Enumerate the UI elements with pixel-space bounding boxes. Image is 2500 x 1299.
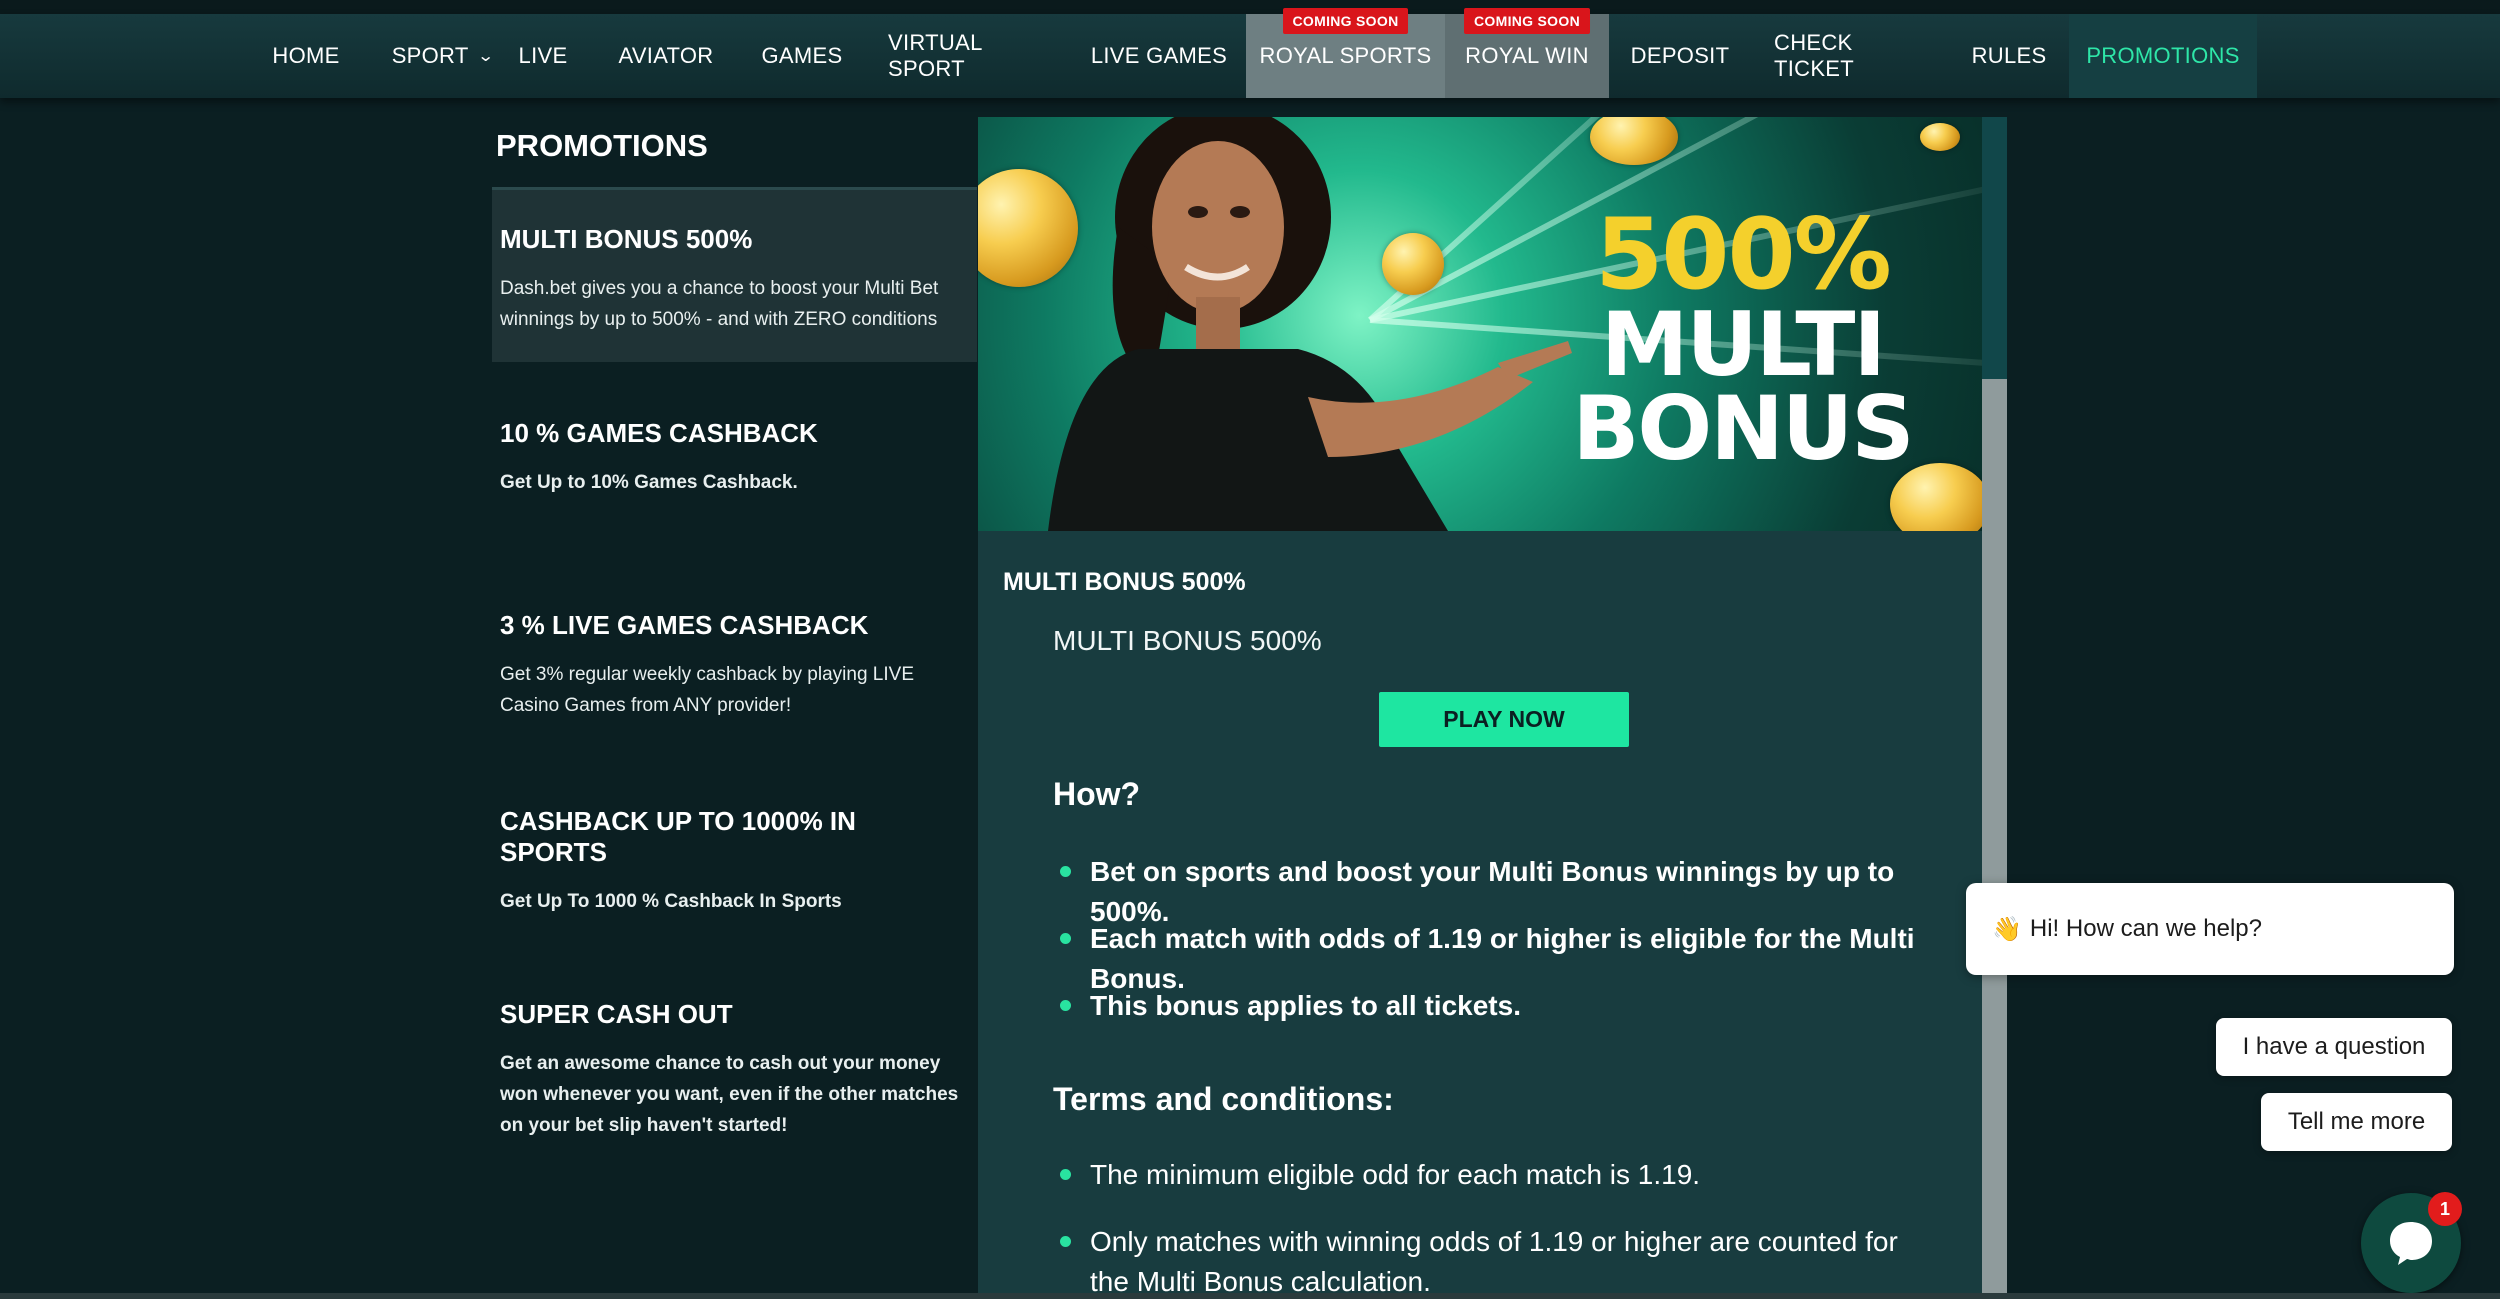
promo-description: Get Up To 1000 % Cashback In Sports bbox=[500, 891, 842, 912]
nav-royal-sports[interactable]: COMING SOON ROYAL SPORTS bbox=[1246, 8, 1445, 98]
banner-line-3: BONUS bbox=[1572, 377, 1914, 480]
chat-greeting-text: Hi! How can we help? bbox=[2029, 915, 2263, 942]
nav-live-games[interactable]: LIVE GAMES bbox=[1090, 14, 1228, 98]
nav-live[interactable]: LIVE bbox=[514, 14, 572, 98]
promo-item-games-cashback[interactable]: 10 % GAMES CASHBACK Get Up to 10% Games … bbox=[492, 418, 977, 498]
nav-games[interactable]: GAMES bbox=[758, 14, 846, 98]
chat-option-tell-more[interactable]: Tell me more bbox=[2261, 1093, 2452, 1151]
gold-coin bbox=[1920, 123, 1960, 151]
how-heading: How? bbox=[1053, 776, 1141, 812]
promo-item-live-games-cashback[interactable]: 3 % LIVE GAMES CASHBACK Get 3% regular w… bbox=[492, 610, 977, 721]
nav-aviator-label: AVIATOR bbox=[618, 43, 714, 68]
terms-heading: Terms and conditions: bbox=[1053, 1081, 1394, 1117]
nav-virtual-sport[interactable]: VIRTUAL SPORT bbox=[888, 14, 1048, 98]
nav-deposit[interactable]: DEPOSIT bbox=[1630, 14, 1730, 98]
nav-check-ticket-label: CHECK TICKET bbox=[1774, 30, 1855, 81]
promo-title: SUPER CASH OUT bbox=[500, 999, 733, 1029]
nav-games-label: GAMES bbox=[761, 43, 843, 68]
terms-list-item: The minimum eligible odd for each match … bbox=[1053, 1155, 1953, 1195]
promo-title: 10 % GAMES CASHBACK bbox=[500, 418, 818, 448]
promo-title: CASHBACK UP TO 1000% IN SPORTS bbox=[500, 806, 856, 867]
woman-figure bbox=[1048, 117, 1572, 531]
nav-royal-win[interactable]: COMING SOON ROYAL WIN bbox=[1445, 8, 1609, 98]
nav-sport[interactable]: SPORT ⌄ bbox=[388, 14, 496, 98]
promotion-subtitle: MULTI BONUS 500% bbox=[1053, 625, 1322, 656]
main-navbar: HOME SPORT ⌄ LIVE AVIATOR GAMES VIRTUAL S… bbox=[0, 8, 2500, 98]
top-strip bbox=[0, 0, 2500, 14]
banner-line-1: 500% bbox=[1595, 198, 1892, 312]
nav-home[interactable]: HOME bbox=[262, 14, 350, 98]
bottom-edge bbox=[0, 1293, 2500, 1299]
waving-hand-icon: 👋 bbox=[1992, 915, 2022, 943]
nav-check-ticket[interactable]: CHECK TICKET bbox=[1774, 14, 1924, 98]
unread-count-badge: 1 bbox=[2428, 1192, 2462, 1226]
promo-description: Get an awesome chance to cash out your m… bbox=[500, 1053, 959, 1136]
promo-item-sports-cashback[interactable]: CASHBACK UP TO 1000% IN SPORTS Get Up To… bbox=[492, 806, 977, 917]
nav-sport-label: SPORT bbox=[391, 43, 469, 68]
nav-aviator[interactable]: AVIATOR bbox=[614, 14, 718, 98]
terms-list-item: Only matches with winning odds of 1.19 o… bbox=[1053, 1222, 1933, 1299]
nav-promotions-label: PROMOTIONS bbox=[2086, 43, 2240, 68]
nav-virtual-sport-label: VIRTUAL SPORT bbox=[888, 30, 982, 81]
promo-item-multi-bonus[interactable]: MULTI BONUS 500% Dash.bet gives you a ch… bbox=[492, 187, 977, 362]
promo-banner: 500% MULTI BONUS bbox=[978, 117, 1982, 531]
banner-line-2: MULTI bbox=[1600, 293, 1886, 396]
promo-description: Get Up to 10% Games Cashback. bbox=[500, 472, 798, 493]
promo-title: 3 % LIVE GAMES CASHBACK bbox=[500, 610, 869, 640]
promo-item-super-cash-out[interactable]: SUPER CASH OUT Get an awesome chance to … bbox=[492, 999, 977, 1141]
chat-option-question[interactable]: I have a question bbox=[2216, 1018, 2452, 1076]
coming-soon-badge: COMING SOON bbox=[1464, 8, 1590, 34]
nav-promotions[interactable]: PROMOTIONS bbox=[2069, 14, 2257, 98]
nav-live-games-label: LIVE GAMES bbox=[1090, 43, 1228, 68]
nav-rules[interactable]: RULES bbox=[1962, 14, 2056, 98]
nav-rules-label: RULES bbox=[1971, 43, 2047, 68]
promo-description: Get 3% regular weekly cashback by playin… bbox=[500, 664, 914, 716]
banner-headline: 500% MULTI BONUS bbox=[1570, 198, 1915, 480]
nav-deposit-label: DEPOSIT bbox=[1630, 43, 1730, 68]
chat-bubble-icon bbox=[2390, 1222, 2432, 1265]
coming-soon-badge: COMING SOON bbox=[1282, 8, 1409, 34]
chat-greeting-bubble: 👋 Hi! How can we help? bbox=[1966, 883, 2454, 975]
nav-royal-sports-label: ROYAL SPORTS bbox=[1259, 43, 1432, 68]
promotion-detail-panel: 500% MULTI BONUS MULTI BONUS 500% MULTI … bbox=[978, 117, 1982, 1299]
promo-description: Dash.bet gives you a chance to boost you… bbox=[500, 278, 939, 330]
promotion-title: MULTI BONUS 500% bbox=[1003, 568, 1246, 596]
scrollbar-thumb[interactable] bbox=[1982, 117, 2007, 379]
nav-royal-win-label: ROYAL WIN bbox=[1465, 43, 1589, 68]
nav-live-label: LIVE bbox=[518, 43, 568, 68]
nav-home-label: HOME bbox=[272, 43, 340, 68]
chevron-down-icon: ⌄ bbox=[476, 48, 495, 65]
how-list-item: This bonus applies to all tickets. bbox=[1053, 986, 1953, 1026]
play-now-button[interactable]: PLAY NOW bbox=[1379, 692, 1629, 747]
sidebar-title: PROMOTIONS bbox=[496, 128, 708, 163]
promo-title: MULTI BONUS 500% bbox=[500, 224, 753, 254]
gold-coin bbox=[1590, 117, 1678, 165]
